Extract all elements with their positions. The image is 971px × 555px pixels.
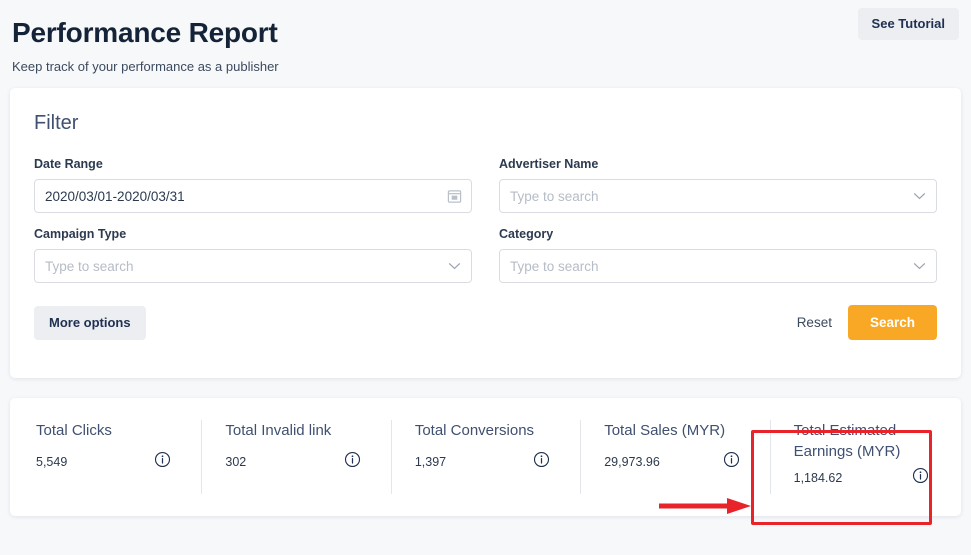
page-header: Performance Report Keep track of your pe…: [0, 0, 971, 88]
stat-value: 1,184.62: [793, 471, 843, 485]
advertiser-name-input[interactable]: [499, 179, 937, 213]
stat-label: Total Clicks: [36, 422, 112, 439]
stat-bottom: 1,184.62: [794, 467, 935, 489]
info-icon[interactable]: [533, 451, 550, 473]
info-icon[interactable]: [154, 451, 171, 473]
stat-label: Total Invalid link: [225, 422, 332, 439]
date-range-input-wrap[interactable]: [34, 179, 472, 213]
field-category: Category: [499, 226, 937, 283]
stat-total-sales: Total Sales (MYR) 29,973.96: [580, 398, 769, 516]
stats-summary-card: Total Clicks 5,549 Total Invalid link 30…: [10, 398, 961, 516]
reset-button[interactable]: Reset: [795, 311, 834, 334]
search-button[interactable]: Search: [847, 305, 937, 340]
stat-bottom: 302: [225, 451, 366, 473]
stat-total-clicks: Total Clicks 5,549: [12, 398, 201, 516]
campaign-type-input[interactable]: [34, 249, 472, 283]
stat-total-conversions: Total Conversions 1,397: [390, 398, 580, 516]
filter-actions-row: More options Reset Search: [34, 305, 937, 340]
category-input[interactable]: [499, 249, 937, 283]
field-label-category: Category: [499, 227, 554, 241]
field-campaign-type: Campaign Type: [34, 226, 472, 283]
filter-actions-right: Reset Search: [795, 305, 937, 340]
stat-value: 29,973.96: [604, 455, 660, 469]
stat-bottom: 29,973.96: [604, 451, 745, 473]
field-date-range: Date Range: [34, 156, 472, 213]
stat-value: 5,549: [36, 455, 68, 469]
filter-fields-grid: Date Range Advertiser Name: [34, 156, 937, 283]
stat-value: 302: [225, 455, 247, 469]
stat-label: Total Estimated Earnings (MYR): [793, 422, 901, 460]
stat-bottom: 5,549: [36, 451, 177, 473]
category-input-wrap[interactable]: [499, 249, 937, 283]
field-label-date-range: Date Range: [34, 157, 103, 171]
info-icon[interactable]: [723, 451, 740, 473]
campaign-type-input-wrap[interactable]: [34, 249, 472, 283]
page-subtitle: Keep track of your performance as a publ…: [12, 59, 279, 74]
stat-total-invalid-link: Total Invalid link 302: [201, 398, 390, 516]
stat-label: Total Conversions: [414, 422, 535, 439]
info-icon[interactable]: [344, 451, 361, 473]
stat-total-estimated-earnings: Total Estimated Earnings (MYR) 1,184.62: [769, 398, 959, 516]
filter-card: Filter Date Range Advertiser Name: [10, 88, 961, 378]
info-icon[interactable]: [912, 467, 929, 489]
advertiser-name-input-wrap[interactable]: [499, 179, 937, 213]
page-title: Performance Report: [12, 17, 278, 48]
stat-label: Total Sales (MYR): [604, 422, 726, 439]
stat-bottom: 1,397: [415, 451, 556, 473]
field-advertiser-name: Advertiser Name: [499, 156, 937, 213]
filter-heading: Filter: [34, 112, 79, 134]
date-range-input[interactable]: [34, 179, 472, 213]
more-options-button[interactable]: More options: [34, 305, 146, 340]
field-label-advertiser-name: Advertiser Name: [499, 157, 599, 171]
stat-value: 1,397: [414, 455, 447, 469]
see-tutorial-button[interactable]: See Tutorial: [857, 8, 959, 40]
field-label-campaign-type: Campaign Type: [34, 227, 127, 241]
